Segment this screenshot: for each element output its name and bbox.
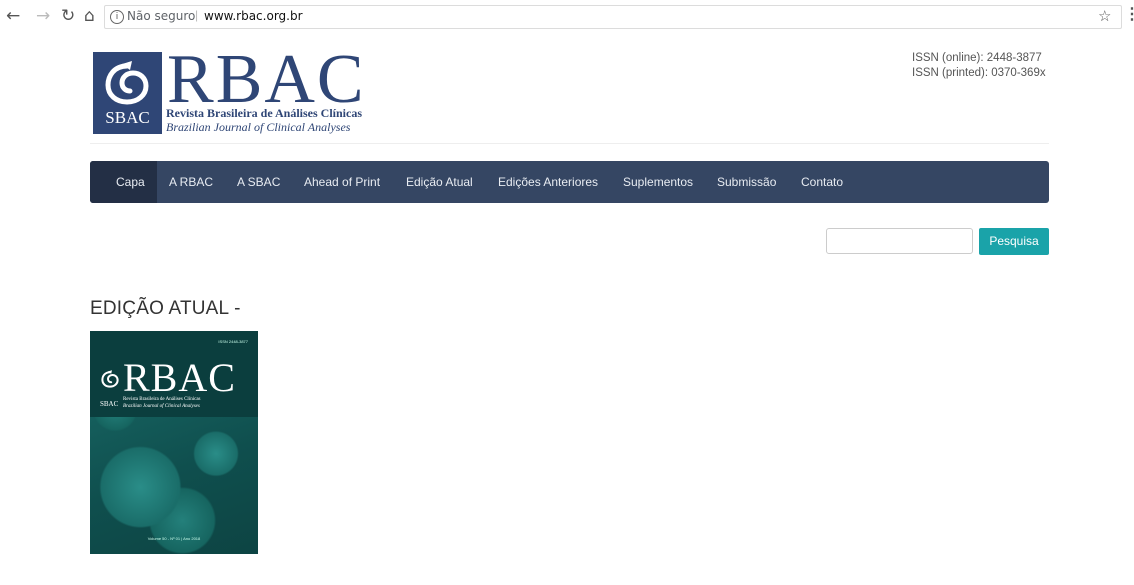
- current-issue-cover[interactable]: ISSN 2448-3877 SBAC RBAC Revista Brasile…: [90, 331, 258, 554]
- nav-item-edicao-atual[interactable]: Edição Atual: [406, 161, 473, 203]
- url-separator: |: [195, 8, 199, 22]
- sbac-logo-box: SBAC: [93, 52, 162, 134]
- logo-subtitle-en: Brazilian Journal of Clinical Analyses: [166, 120, 351, 134]
- arrow-left-icon[interactable]: ←: [6, 6, 20, 26]
- nav-edge: [90, 161, 104, 203]
- main-nav: Capa A RBAC A SBAC Ahead of Print Edição…: [90, 161, 1049, 203]
- logo-subtitle-pt: Revista Brasileira de Análises Clínicas: [166, 106, 362, 120]
- issn-info: ISSN (online): 2448-3877 ISSN (printed):…: [912, 51, 1046, 81]
- nav-item-capa[interactable]: Capa: [104, 161, 157, 203]
- search-input[interactable]: [826, 228, 973, 254]
- issn-printed: ISSN (printed): 0370-369x: [912, 67, 1046, 79]
- nav-item-edicoes-anteriores[interactable]: Edições Anteriores: [498, 161, 598, 203]
- nav-item-a-sbac[interactable]: A SBAC: [237, 161, 280, 203]
- nav-item-contato[interactable]: Contato: [801, 161, 843, 203]
- cover-swirl-icon: [101, 370, 119, 388]
- security-label[interactable]: Não seguro: [127, 9, 195, 23]
- sbac-label: SBAC: [105, 108, 150, 127]
- nav-item-suplementos[interactable]: Suplementos: [623, 161, 693, 203]
- cover-issn: ISSN 2448-3877: [218, 339, 248, 344]
- page-title: EDIÇÃO ATUAL -: [90, 298, 241, 319]
- nav-item-submissao[interactable]: Submissão: [717, 161, 776, 203]
- home-icon[interactable]: ⌂: [84, 6, 95, 26]
- sbac-swirl-icon: [105, 61, 149, 105]
- issn-online: ISSN (online): 2448-3877: [912, 52, 1042, 64]
- browser-toolbar: ← → ↻ ⌂ i Não seguro | www.rbac.org.br ☆…: [0, 0, 1134, 34]
- info-icon[interactable]: i: [110, 10, 124, 24]
- arrow-right-icon[interactable]: →: [36, 6, 50, 26]
- cover-volume-info: Volume 50 - Nº 01 | Ano 2018: [147, 536, 201, 541]
- reload-icon[interactable]: ↻: [61, 6, 75, 26]
- header-divider: [90, 143, 1049, 144]
- kebab-menu-icon[interactable]: ⋮: [1124, 4, 1134, 24]
- star-icon[interactable]: ☆: [1098, 7, 1111, 25]
- cover-subtitle-pt: Revista Brasileira de Análises Clínicas: [123, 397, 201, 402]
- cover-sbac-label: SBAC: [100, 400, 119, 408]
- site-logo[interactable]: SBAC RBAC Revista Brasileira de Análises…: [93, 41, 375, 136]
- address-bar[interactable]: i Não seguro | www.rbac.org.br: [104, 5, 1122, 29]
- cover-title: RBAC: [123, 355, 236, 400]
- nav-item-a-rbac[interactable]: A RBAC: [169, 161, 213, 203]
- cover-subtitle-en: Brazilian Journal of Clinical Analyses: [123, 404, 200, 409]
- search-button[interactable]: Pesquisa: [979, 228, 1049, 255]
- nav-item-ahead-of-print[interactable]: Ahead of Print: [304, 161, 380, 203]
- url-text[interactable]: www.rbac.org.br: [204, 9, 303, 23]
